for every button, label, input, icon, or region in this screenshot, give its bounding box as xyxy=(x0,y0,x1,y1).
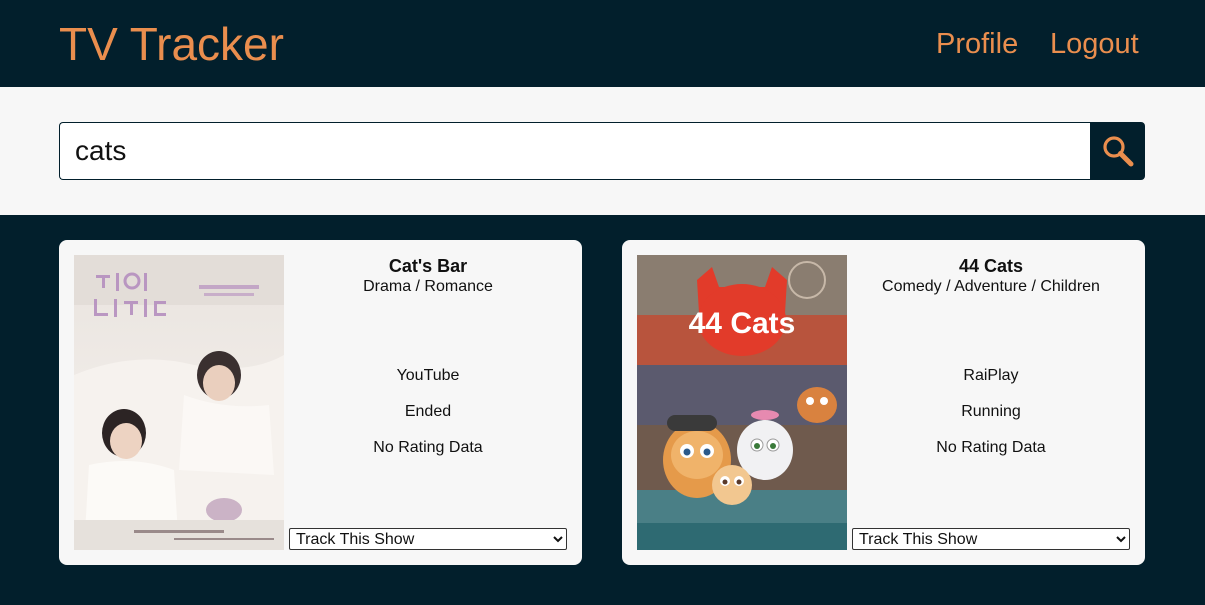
track-show-select[interactable]: Track This Show xyxy=(852,528,1130,550)
poster-logo-text: 44 Cats xyxy=(689,307,796,340)
show-rating: No Rating Data xyxy=(936,439,1046,456)
profile-link[interactable]: Profile xyxy=(936,26,1018,62)
show-network: YouTube xyxy=(396,367,460,384)
show-card: 44 Cats 44 Cats Comedy / Adventure / Chi… xyxy=(622,240,1145,565)
search-bar-section xyxy=(0,87,1205,215)
track-show-select[interactable]: Track This Show xyxy=(289,528,567,550)
show-poster-image[interactable]: 44 Cats xyxy=(637,255,847,550)
show-details: Cat's Bar Drama / Romance YouTube Ended … xyxy=(289,240,567,565)
poster-art xyxy=(74,255,284,550)
logout-link[interactable]: Logout xyxy=(1050,26,1139,62)
show-status: Running xyxy=(961,403,1021,420)
search-icon xyxy=(1102,136,1133,167)
show-title[interactable]: 44 Cats xyxy=(852,256,1130,277)
top-nav-bar: TV Tracker Profile Logout xyxy=(0,0,1205,87)
show-genres: Comedy / Adventure / Children xyxy=(882,278,1100,295)
brand-logo-link[interactable]: TV Tracker xyxy=(59,17,284,71)
show-genres: Drama / Romance xyxy=(363,278,493,295)
show-title[interactable]: Cat's Bar xyxy=(289,256,567,277)
search-input[interactable] xyxy=(59,122,1090,180)
show-network: RaiPlay xyxy=(963,367,1019,384)
show-status: Ended xyxy=(404,403,452,420)
show-details: 44 Cats Comedy / Adventure / Children Ra… xyxy=(852,240,1130,565)
poster-art: 44 Cats xyxy=(637,255,847,550)
show-rating: No Rating Data xyxy=(373,439,483,456)
search-button[interactable] xyxy=(1090,122,1145,180)
show-card: Cat's Bar Drama / Romance YouTube Ended … xyxy=(59,240,582,565)
show-poster-image[interactable] xyxy=(74,255,284,550)
